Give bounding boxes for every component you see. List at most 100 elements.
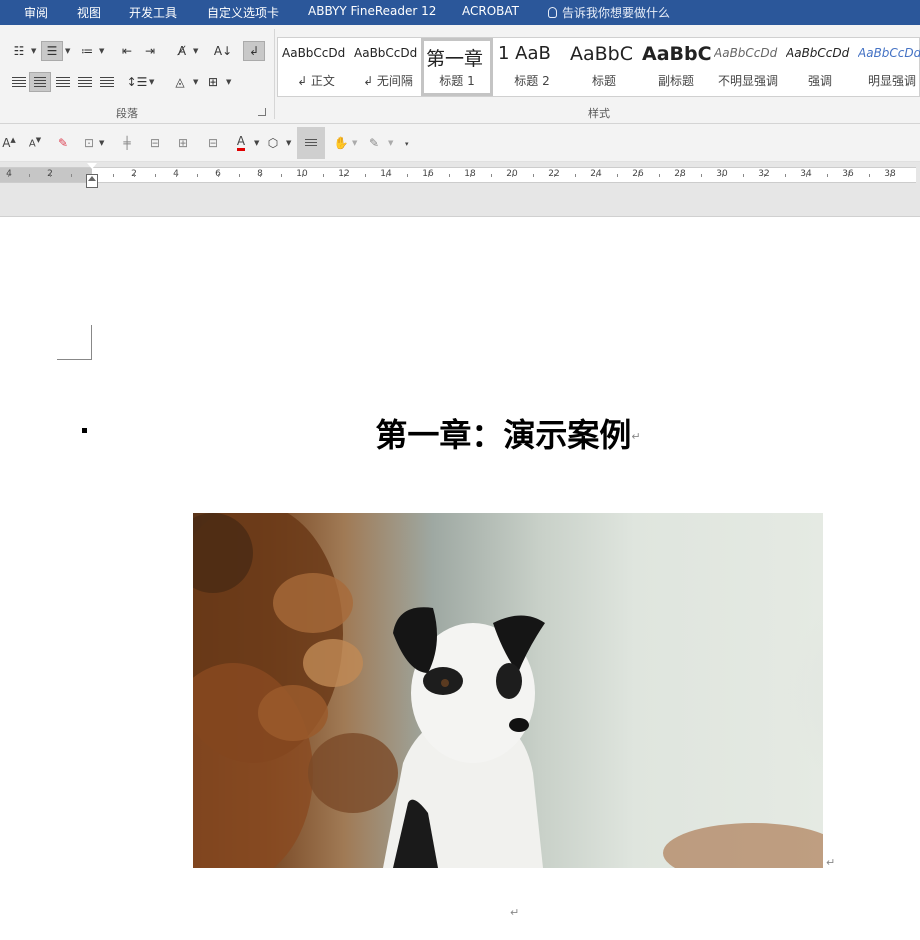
format-painter-button[interactable]: ✋ (332, 133, 350, 153)
pencil-icon: ✎ (368, 136, 380, 150)
shrink-font-icon: A▼ (28, 136, 42, 150)
align-right-button[interactable] (52, 72, 74, 92)
grow-font-button[interactable]: A▲ (0, 133, 18, 153)
left-indent-icon[interactable] (86, 174, 98, 188)
ruler-tick (365, 174, 366, 177)
chevron-down-icon[interactable]: ▼ (99, 139, 104, 147)
distribute-v-button[interactable]: ⊟ (204, 133, 222, 153)
first-line-indent-icon[interactable] (87, 163, 97, 169)
ruler-tick (134, 174, 135, 177)
increase-indent-button[interactable]: ⇥ (139, 41, 161, 61)
justify-button[interactable] (74, 72, 96, 92)
shading-button[interactable]: ◬ (169, 72, 191, 92)
distributed-button[interactable] (96, 72, 118, 92)
chevron-down-icon[interactable]: ▼ (254, 139, 259, 147)
customize-toolbar-icon[interactable]: ▾ (405, 140, 409, 148)
asian-layout-button[interactable]: A̸ (171, 41, 193, 61)
style-name: 强调 (807, 74, 832, 88)
chevron-down-icon[interactable]: ▼ (352, 139, 357, 147)
distribute-v-icon: ⊟ (207, 136, 219, 150)
style-subtle-emphasis[interactable]: AaBbCcDd 不明显强调 (712, 38, 784, 96)
paragraph-align-button[interactable] (297, 127, 325, 159)
tab-view[interactable]: 视图 (77, 4, 101, 21)
distribute-h-button[interactable]: ⊞ (174, 133, 192, 153)
ruler-tick (617, 174, 618, 177)
chevron-down-icon[interactable]: ▼ (31, 47, 36, 55)
paragraph-group-label: 段落 (116, 107, 138, 120)
tab-developer[interactable]: 开发工具 (129, 4, 177, 21)
multilevel-list-button[interactable]: ≔ (76, 41, 98, 61)
font-color-button[interactable]: A (232, 133, 250, 153)
line-spacing-icon: ↕☰ (126, 75, 148, 89)
distributed-icon (100, 76, 114, 88)
ruler-left-margin (0, 168, 92, 182)
quick-format-toolbar: A▲ A▼ ✎ ⊡ ▼ ╪ ⊟ ⊞ ⊟ A ▼ ⬡ ▼ ✋ ▼ ✎ ▼ ▾ (0, 124, 920, 162)
bullets-button[interactable]: ☷ (8, 41, 30, 61)
sort-button[interactable]: A↓ (212, 41, 234, 61)
style-emphasis[interactable]: AaBbCcDd 强调 (784, 38, 856, 96)
style-sample: AaBbCcDd (354, 46, 418, 60)
style-no-spacing[interactable]: AaBbCcDd ↲ 无间隔 (352, 38, 424, 96)
ruler-tick (596, 174, 597, 177)
tell-me-box[interactable]: 告诉我你想要做什么 (548, 4, 670, 21)
paragraph-mark-icon: ↲ (248, 44, 260, 58)
align-center-button[interactable] (29, 72, 51, 92)
style-subtitle[interactable]: AaBbC 副标题 (640, 38, 712, 96)
style-intense-emphasis[interactable]: AaBbCcDd 明显强调 (856, 38, 920, 96)
dog-photo[interactable] (193, 513, 823, 868)
style-heading-1[interactable]: 第一章 标题 1 (421, 38, 493, 96)
heading-1[interactable]: 第一章：演示案例↵ (0, 410, 920, 456)
style-sample: AaBbC (642, 43, 712, 65)
style-normal[interactable]: AaBbCcDd ↲ 正文 (280, 38, 352, 96)
chevron-down-icon[interactable]: ▼ (226, 78, 231, 86)
ruler-tick (575, 174, 576, 177)
asian-layout-icon: A̸ (177, 44, 187, 58)
style-title[interactable]: AaBbC 标题 (568, 38, 640, 96)
sort-icon: A↓ (213, 44, 233, 58)
text-box-button[interactable]: ⊡ (80, 133, 98, 153)
tab-review[interactable]: 审阅 (24, 4, 48, 21)
horizontal-ruler[interactable]: 422468101214161820222426283032343638 (0, 167, 916, 183)
dialog-launcher-icon[interactable] (258, 108, 266, 116)
style-name: 标题 2 (514, 74, 550, 88)
numbering-button[interactable]: ☰ (41, 41, 63, 61)
paragraph-mark: ↵ (510, 906, 520, 919)
ruler-tick (197, 174, 198, 177)
chevron-down-icon[interactable]: ▼ (193, 47, 198, 55)
align-objects-button[interactable]: ╪ (118, 133, 136, 153)
document-page[interactable]: 第一章：演示案例↵ ↵ ↵ (0, 218, 920, 940)
ruler-tick (155, 174, 156, 177)
chevron-down-icon[interactable]: ▼ (193, 78, 198, 86)
ruler-tick (680, 174, 681, 177)
justify-icon (78, 76, 92, 88)
shape-fill-button[interactable]: ⬡ (264, 133, 282, 153)
ruler-tick (659, 174, 660, 177)
ruler-tick (407, 174, 408, 177)
chevron-down-icon[interactable]: ▼ (149, 78, 154, 86)
borders-button[interactable]: ⊞ (202, 72, 224, 92)
increase-indent-icon: ⇥ (144, 44, 156, 58)
line-spacing-button[interactable]: ↕☰ (126, 72, 148, 92)
tab-acrobat[interactable]: ACROBAT (462, 4, 519, 18)
tab-custom[interactable]: 自定义选项卡 (207, 4, 279, 21)
tab-abbyy[interactable]: ABBYY FineReader 12 (308, 4, 436, 18)
paragraph-mark: ↵ (826, 856, 836, 869)
borders-icon: ⊞ (207, 75, 219, 89)
clear-format-button[interactable]: ✎ (54, 133, 72, 153)
chevron-down-icon[interactable]: ▼ (286, 139, 291, 147)
decrease-indent-button[interactable]: ⇤ (116, 41, 138, 61)
chevron-down-icon[interactable]: ▼ (65, 47, 70, 55)
style-heading-2[interactable]: 1 AaB 标题 2 (496, 38, 568, 96)
align-left-button[interactable] (8, 72, 30, 92)
chevron-down-icon[interactable]: ▼ (388, 139, 393, 147)
ruler-tick (764, 174, 765, 177)
tell-me-text: 告诉我你想要做什么 (562, 6, 671, 20)
distribute-button[interactable]: ⊟ (146, 133, 164, 153)
show-marks-button[interactable]: ↲ (243, 41, 265, 61)
shapes-icon: ⬡ (267, 136, 279, 150)
shrink-font-button[interactable]: A▼ (26, 133, 44, 153)
edit-button[interactable]: ✎ (365, 133, 383, 153)
text-box-icon: ⊡ (83, 136, 95, 150)
chevron-down-icon[interactable]: ▼ (99, 47, 104, 55)
ruler-tick (113, 174, 114, 177)
